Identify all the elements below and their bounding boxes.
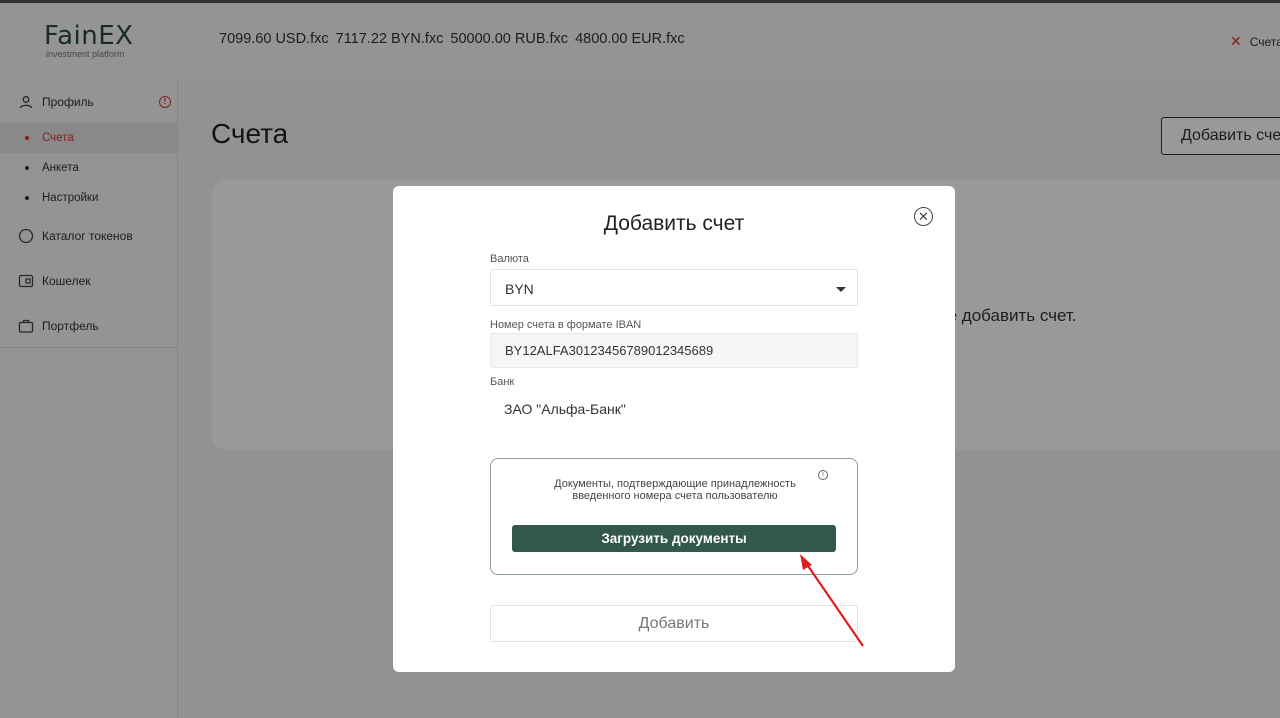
currency-label: Валюта <box>490 253 529 265</box>
upload-documents-button[interactable]: Загрузить документы <box>512 525 836 552</box>
currency-select[interactable]: BYN <box>490 269 858 306</box>
modal-title: Добавить счет <box>603 212 745 235</box>
currency-value: BYN <box>505 281 534 297</box>
add-account-modal: Добавить счет ✕ Валюта BYN Номер счета в… <box>393 186 955 672</box>
iban-input[interactable] <box>490 333 858 368</box>
documents-description: Документы, подтверждающие принадлежность… <box>554 478 796 502</box>
documents-box: i Документы, подтверждающие принадлежнос… <box>490 458 858 575</box>
bank-label: Банк <box>490 376 515 388</box>
iban-label: Номер счета в формате IBAN <box>490 319 642 331</box>
chevron-down-icon <box>836 287 846 292</box>
bank-value: ЗАО "Альфа-Банк" <box>504 401 626 417</box>
close-circle-icon[interactable]: ✕ <box>914 207 933 226</box>
submit-add-button[interactable]: Добавить <box>490 605 858 642</box>
